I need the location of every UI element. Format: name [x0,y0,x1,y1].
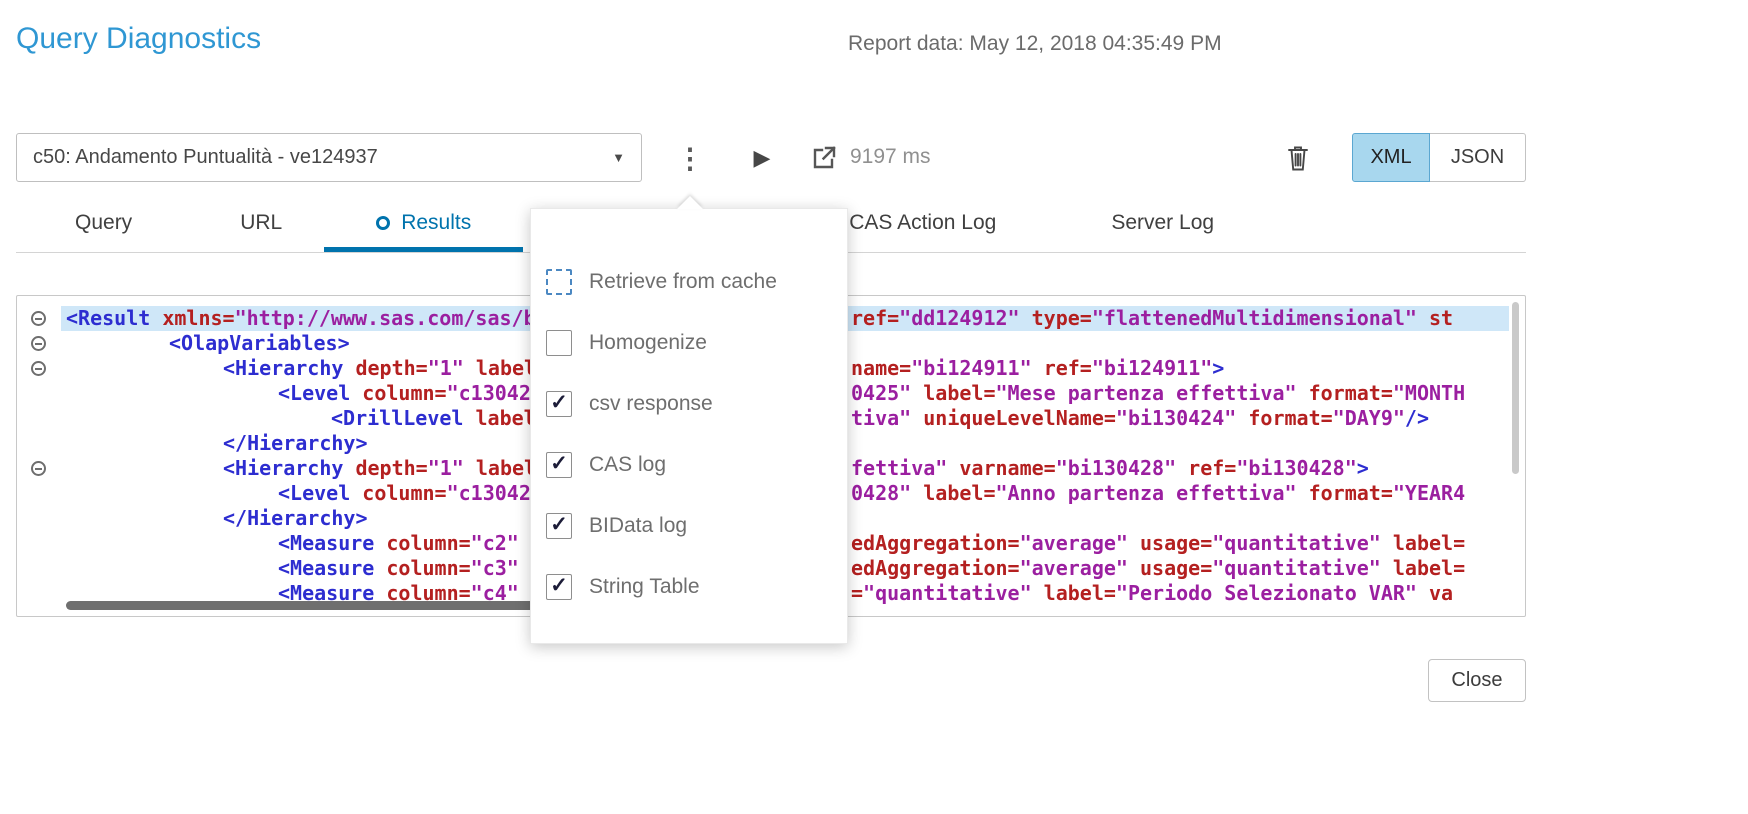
query-select-value: c50: Andamento Puntualità - ve124937 [33,146,612,169]
elapsed-time: 9197 ms [850,145,931,169]
code-segment: ref="dd124912" type="flattenedMultidimen… [851,306,1453,331]
checkbox[interactable] [546,269,572,295]
menu-item-label: csv response [589,392,713,416]
menu-item-cas-log[interactable]: ✓ CAS log [531,434,847,495]
tab-label: Query [75,211,132,235]
tab-label: CAS Action Log [849,211,996,235]
code-segment: edAggregation="average" usage="quantitat… [851,531,1465,556]
format-toggle: XML JSON [1352,133,1526,182]
tab-label: URL [240,211,282,235]
open-in-new-icon [811,145,837,171]
options-menu-items: Retrieve from cache Homogenize ✓ csv respon… [531,251,847,617]
collapse-icon[interactable] [31,461,46,476]
code-segment: <Level column="c13042 [278,481,531,506]
code-segment: <Level column="c13042 [278,381,531,406]
close-button[interactable]: Close [1428,659,1526,702]
format-json-button[interactable]: JSON [1429,133,1526,182]
tab-results[interactable]: Results [324,198,523,252]
query-select[interactable]: c50: Andamento Puntualità - ve124937 ▼ [16,133,642,182]
trash-icon [1286,144,1310,172]
more-options-button[interactable]: ⋮ [672,134,708,182]
menu-caret [677,196,703,209]
tab-query[interactable]: Query [75,198,132,252]
tab-url[interactable]: URL [240,198,282,252]
code-segment: tiva" uniqueLevelName="bi130424" format=… [851,406,1429,431]
play-icon: ▶ [754,145,771,171]
code-segment: fettiva" varname="bi130428" ref="bi13042… [851,456,1369,481]
code-segment: <OlapVariables> [169,331,350,356]
menu-item-label: CAS log [589,453,666,477]
code-segment: <Result xmlns="http://www.sas.com/sas/b [66,306,536,331]
menu-item-label: Retrieve from cache [589,270,777,294]
menu-item-string-table[interactable]: ✓ String Table [531,556,847,617]
checkbox[interactable] [546,330,572,356]
tab-label: Results [401,211,471,235]
code-segment: <DrillLevel label= [331,406,548,431]
circle-icon [376,216,390,230]
menu-item-label: BIData log [589,514,687,538]
run-query-button[interactable]: ▶ [742,134,782,182]
chevron-down-icon: ▼ [612,150,625,165]
format-xml-button[interactable]: XML [1352,133,1430,182]
code-segment: 0425" label="Mese partenza effettiva" fo… [851,381,1465,406]
check-icon: ✓ [550,392,568,413]
check-icon: ✓ [550,453,568,474]
page-title: Query Diagnostics [16,22,261,56]
code-segment: </Hierarchy> [223,506,368,531]
menu-item-label: String Table [589,575,700,599]
kebab-icon: ⋮ [676,142,704,175]
report-data-timestamp: Report data: May 12, 2018 04:35:49 PM [848,32,1222,56]
code-segment: 0428" label="Anno partenza effettiva" fo… [851,481,1465,506]
options-menu: Retrieve from cache Homogenize ✓ csv respon… [530,208,848,644]
code-segment: ="quantitative" label="Periodo Seleziona… [851,581,1453,606]
check-icon: ✓ [550,575,568,596]
menu-item-label: Homogenize [589,331,707,355]
query-diagnostics-panel: Query Diagnostics Report data: May 12, 2… [0,0,1748,814]
tab-cas-action-log[interactable]: CAS Action Log [849,198,996,252]
checkbox[interactable]: ✓ [546,391,572,417]
menu-item-homogenize[interactable]: Homogenize [531,312,847,373]
delete-button[interactable] [1278,134,1318,182]
export-button[interactable] [804,134,844,182]
tab-server-log[interactable]: Server Log [1111,198,1214,252]
checkbox[interactable]: ✓ [546,513,572,539]
code-segment: edAggregation="average" usage="quantitat… [851,556,1465,581]
collapse-icon[interactable] [31,361,46,376]
horizontal-scrollbar-thumb[interactable] [66,601,586,610]
menu-item-retrieve-from-cache[interactable]: Retrieve from cache [531,251,847,312]
code-segment: name="bi124911" ref="bi124911"> [851,356,1224,381]
menu-item-csv-response[interactable]: ✓ csv response [531,373,847,434]
checkbox[interactable]: ✓ [546,574,572,600]
checkbox[interactable]: ✓ [546,452,572,478]
vertical-scrollbar-thumb[interactable] [1512,302,1519,474]
check-icon: ✓ [550,514,568,535]
code-segment: </Hierarchy> [223,431,368,456]
menu-item-bidata-log[interactable]: ✓ BIData log [531,495,847,556]
collapse-icon[interactable] [31,336,46,351]
tab-label: Server Log [1111,211,1214,235]
collapse-icon[interactable] [31,311,46,326]
